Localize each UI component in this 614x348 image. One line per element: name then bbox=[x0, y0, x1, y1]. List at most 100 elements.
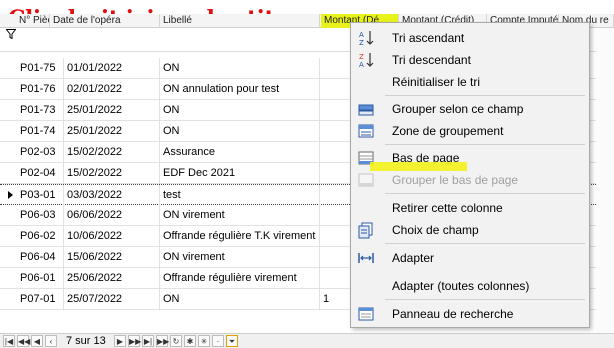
menu-item-label: Grouper selon ce champ bbox=[392, 102, 524, 116]
menu-separator bbox=[385, 144, 585, 145]
menu-item-label: Grouper le bas de page bbox=[392, 173, 519, 187]
menu-item-sort-descending[interactable]: Z A Tri descendant bbox=[352, 49, 588, 71]
cell-piece: P06-02 bbox=[17, 226, 64, 247]
menu-item-label: Adapter bbox=[392, 251, 435, 265]
cell-libelle: ON bbox=[160, 100, 320, 121]
svg-text:A: A bbox=[359, 61, 364, 69]
nav-prev-record-icon[interactable]: ‹ bbox=[45, 335, 57, 347]
svg-text:Z: Z bbox=[359, 39, 364, 47]
cell-libelle: ON bbox=[160, 121, 320, 142]
nav-append-icon[interactable]: ▶▶| bbox=[156, 335, 171, 347]
cell-libelle: ON bbox=[160, 289, 320, 310]
cell-date: 15/02/2022 bbox=[64, 142, 160, 163]
menu-item-label: Retirer cette colonne bbox=[392, 201, 503, 215]
cell-montant bbox=[320, 142, 352, 163]
nav-first-page-icon[interactable]: |◀ bbox=[3, 335, 15, 347]
cell-date: 25/06/2022 bbox=[64, 268, 160, 289]
cell-montant bbox=[320, 100, 352, 121]
nav-next-record-icon[interactable]: ▶ bbox=[114, 335, 126, 347]
cell-libelle: ON annulation pour test bbox=[160, 79, 320, 100]
cell-piece: P01-74 bbox=[17, 121, 64, 142]
nav-filter-icon[interactable]: ⏷ bbox=[226, 335, 238, 347]
nav-insert-icon[interactable]: ✱ bbox=[184, 335, 196, 347]
menu-item-reset-sort[interactable]: Réinitialiser le tri bbox=[352, 71, 588, 93]
cell-montant bbox=[320, 121, 352, 142]
menu-item-best-fit[interactable]: Adapter bbox=[352, 247, 588, 269]
column-header-libelle[interactable]: Libellé bbox=[160, 14, 320, 28]
menu-item-group-by-field[interactable]: Grouper selon ce champ bbox=[352, 98, 588, 120]
column-header-date[interactable]: Date de l'opéra bbox=[50, 14, 160, 28]
cell-piece: P07-01 bbox=[17, 289, 64, 310]
menu-item-label: Réinitialiser le tri bbox=[392, 75, 481, 89]
svg-text:Z: Z bbox=[359, 53, 364, 61]
cell-montant bbox=[320, 268, 352, 289]
cell-date: 06/06/2022 bbox=[64, 205, 160, 226]
cell-piece: P02-03 bbox=[17, 142, 64, 163]
cell-date: 25/01/2022 bbox=[64, 100, 160, 121]
cell-montant bbox=[320, 247, 352, 268]
menu-item-field-chooser[interactable]: Choix de champ bbox=[352, 219, 588, 241]
current-row-indicator-icon bbox=[8, 191, 13, 199]
column-context-menu: A Z Tri ascendant Z A Tri descendant Réi… bbox=[350, 22, 590, 328]
cell-date: 02/01/2022 bbox=[64, 79, 160, 100]
cell-date: 25/01/2022 bbox=[64, 121, 160, 142]
cell-date: 15/06/2022 bbox=[64, 247, 160, 268]
filter-icon[interactable] bbox=[6, 29, 16, 39]
cell-montant: 1 bbox=[320, 289, 352, 310]
field-chooser-icon bbox=[358, 222, 373, 239]
nav-position: 7 sur 13 bbox=[66, 335, 106, 347]
find-panel-icon bbox=[358, 307, 374, 321]
menu-item-label: Choix de champ bbox=[392, 223, 479, 237]
nav-cancel-icon[interactable]: · bbox=[212, 335, 224, 347]
cell-montant bbox=[320, 185, 352, 206]
menu-separator bbox=[385, 95, 585, 96]
cell-libelle: Assurance bbox=[160, 142, 320, 163]
cell-date: 03/03/2022 bbox=[64, 185, 160, 206]
cell-libelle: ON bbox=[160, 58, 320, 79]
svg-text:A: A bbox=[359, 31, 364, 39]
cell-piece: P01-73 bbox=[17, 100, 64, 121]
cell-montant bbox=[320, 58, 352, 79]
menu-item-label: Tri descendant bbox=[392, 53, 471, 67]
menu-item-label: Zone de groupement bbox=[392, 124, 504, 138]
vertical-scrollbar[interactable] bbox=[596, 28, 614, 333]
group-panel-icon bbox=[358, 124, 374, 138]
cell-piece: P06-04 bbox=[17, 247, 64, 268]
nav-prev-icon[interactable]: ◀ bbox=[31, 335, 43, 347]
sort-ascending-icon: A Z bbox=[359, 31, 374, 47]
sort-descending-icon: Z A bbox=[359, 53, 374, 69]
menu-item-sort-ascending[interactable]: A Z Tri ascendant bbox=[352, 27, 588, 49]
cell-piece: P01-76 bbox=[17, 79, 64, 100]
cell-montant bbox=[320, 226, 352, 247]
cell-libelle: test bbox=[160, 185, 320, 206]
column-header-piece[interactable]: N° Pièce bbox=[16, 14, 50, 28]
menu-item-label: Panneau de recherche bbox=[392, 307, 514, 321]
cell-piece: P02-04 bbox=[17, 163, 64, 184]
menu-item-group-footer[interactable]: Grouper le bas de page bbox=[352, 169, 588, 191]
nav-last-page-icon[interactable]: ▶| bbox=[142, 335, 154, 347]
cell-piece: P03-01 bbox=[17, 185, 64, 206]
cell-libelle: EDF Dec 2021 bbox=[160, 163, 320, 184]
cell-date: 15/02/2022 bbox=[64, 163, 160, 184]
menu-separator bbox=[385, 243, 585, 244]
data-navigator: |◀ ◀◀ ◀ ‹ 7 sur 13 ▶ ▶▶ ▶| ▶▶| ↻ ✱ ✳ · ⏷ bbox=[0, 333, 614, 348]
cell-date: 10/06/2022 bbox=[64, 226, 160, 247]
menu-item-remove-column[interactable]: Retirer cette colonne bbox=[352, 197, 588, 219]
nav-delete-icon[interactable]: ✳ bbox=[198, 335, 210, 347]
cell-montant bbox=[320, 205, 352, 226]
nav-prev-page-icon[interactable]: ◀◀ bbox=[17, 335, 30, 347]
group-footer-icon bbox=[358, 173, 374, 187]
menu-separator bbox=[385, 299, 585, 300]
nav-next-page-icon[interactable]: ▶▶ bbox=[128, 335, 141, 347]
cell-libelle: ON virement bbox=[160, 247, 320, 268]
cell-date: 25/07/2022 bbox=[64, 289, 160, 310]
cell-date: 01/01/2022 bbox=[64, 58, 160, 79]
cell-libelle: Offrande régulière virement bbox=[160, 268, 320, 289]
cell-piece: P06-01 bbox=[17, 268, 64, 289]
menu-item-group-panel[interactable]: Zone de groupement bbox=[352, 120, 588, 142]
menu-item-find-panel[interactable]: Panneau de recherche bbox=[352, 303, 588, 325]
nav-refresh-icon[interactable]: ↻ bbox=[170, 335, 182, 347]
cell-libelle: Offrande régulière T.K virement bbox=[160, 226, 320, 247]
menu-separator bbox=[385, 193, 585, 194]
menu-item-best-fit-all[interactable]: Adapter (toutes colonnes) bbox=[352, 275, 588, 297]
